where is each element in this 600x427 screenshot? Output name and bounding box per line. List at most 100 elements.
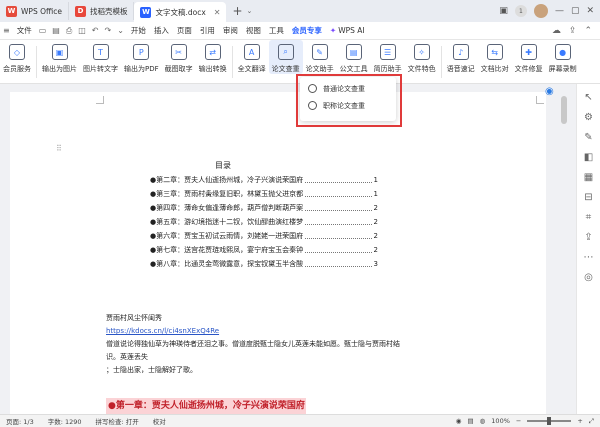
tab-label: 文字文稿.docx (155, 7, 206, 17)
tab-label: 找稻壳模板 (89, 6, 128, 16)
close-window-icon[interactable]: ✕ (586, 6, 594, 16)
tab-document[interactable]: W 文字文稿.docx ✕ (134, 2, 227, 22)
ai-icon: ✦ (329, 26, 337, 35)
menu-insert[interactable]: 插入 (150, 25, 173, 36)
chevron-down-icon[interactable]: ⌄ (247, 7, 253, 15)
print-icon[interactable]: ⎙ (63, 26, 75, 36)
drag-handle-icon[interactable]: ⠿ (56, 144, 62, 153)
voice-memo-button[interactable]: ♪ 语音速记 (444, 40, 478, 74)
cursor-icon[interactable]: ↖ (584, 92, 592, 103)
zoom-in-icon[interactable]: + (577, 417, 582, 425)
vip-service-button[interactable]: ◇ 会员服务 (0, 40, 34, 74)
file-features-button[interactable]: ✧ 文件特色 (405, 40, 439, 74)
zoom-knob[interactable] (547, 417, 552, 425)
export-convert-button[interactable]: ⇄ 输出转换 (196, 40, 230, 74)
pen-icon[interactable]: ✎ (584, 132, 592, 143)
preview-icon[interactable]: ◫ (75, 26, 89, 35)
menu-reference[interactable]: 引用 (196, 25, 219, 36)
menu-review[interactable]: 审阅 (219, 25, 242, 36)
official-doc-button[interactable]: ▤ 公文工具 (337, 40, 371, 74)
file-repair-button[interactable]: ✚ 文件修复 (512, 40, 546, 74)
document-body[interactable]: 贾雨村风尘怀闺秀 https://kdocs.cn/l/ci4snXExQ4Re… (106, 312, 406, 377)
toc-entry[interactable]: ●第六章：贾宝玉初试云雨情，刘姥姥一进荣国府 2 (150, 229, 378, 243)
layout-icon[interactable]: ▤ (467, 417, 473, 425)
document-link[interactable]: https://kdocs.cn/l/ci4snXExQ4Re (106, 325, 406, 338)
toc-entry[interactable]: ●第七章：送宫花贾琏戏熙凤，宴宁府宝玉会秦钟 2 (150, 243, 378, 257)
avatar[interactable] (533, 4, 548, 18)
proofread-status[interactable]: 校对 (153, 416, 166, 426)
cloud-icon[interactable]: ☁ (552, 26, 561, 36)
web-icon[interactable]: ◍ (480, 417, 486, 425)
divider (440, 46, 442, 78)
redo-icon[interactable]: ↷ (102, 26, 115, 35)
location-pin-icon[interactable]: ◉ (545, 86, 555, 97)
more-icon[interactable]: ⋯ (584, 252, 594, 263)
doc-compare-button[interactable]: ⇆ 文档比对 (478, 40, 512, 74)
screenshot-ocr-button[interactable]: ✂ 截图取字 (162, 40, 196, 74)
spell-check-status[interactable]: 拼写检查: 打开 (96, 416, 139, 426)
chevron-down-icon[interactable]: ⌄ (114, 26, 127, 35)
maximize-icon[interactable]: ▢ (571, 6, 580, 16)
toc-entry[interactable]: ●第四章：薄命女偏逢薄命郎，葫芦僧判断葫芦案 2 (150, 201, 378, 215)
save-icon[interactable]: ▤ (49, 26, 63, 35)
menu-view[interactable]: 视图 (242, 25, 265, 36)
new-tab-icon[interactable]: + (232, 4, 242, 18)
ribbon-label: 会员服务 (3, 65, 31, 73)
toc-page: 2 (373, 246, 378, 254)
eye-icon[interactable]: ◉ (456, 417, 462, 425)
menu-file[interactable]: 文件 (13, 25, 36, 36)
layout-icon[interactable]: ▣ (499, 6, 508, 16)
close-tab-icon[interactable]: ✕ (214, 8, 221, 17)
toc-entry[interactable]: ●第二章：贾夫人仙逝扬州城，冷子兴演说荣国府 1 (150, 173, 378, 187)
repair-icon: ✚ (520, 44, 537, 60)
compare-icon: ⇆ (486, 44, 503, 60)
chevron-up-icon[interactable]: ⌃ (584, 26, 592, 36)
zoom-out-icon[interactable]: − (516, 417, 521, 425)
menu-start[interactable]: 开始 (127, 25, 150, 36)
diamond-icon: ◇ (9, 44, 25, 60)
export-pdf-button[interactable]: P 输出为PDF (121, 40, 162, 74)
scrollbar[interactable] (561, 96, 567, 124)
tab-wps-office[interactable]: W WPS Office (0, 2, 69, 20)
paper-assistant-button[interactable]: ✎ 论文助手 (303, 40, 337, 74)
share-icon[interactable]: ⇪ (584, 232, 592, 243)
tab-bar: W WPS Office D 找稻壳模板 W 文字文稿.docx ✕ + ⌄ ▣… (0, 0, 600, 22)
divider (231, 46, 233, 78)
hamburger-icon[interactable]: ≡ (0, 26, 13, 35)
export-image-button[interactable]: ▣ 输出为图片 (39, 40, 80, 74)
screen-record-button[interactable]: ● 屏幕录制 (546, 40, 580, 74)
zoom-slider[interactable] (527, 417, 572, 425)
bookmark-icon[interactable]: ⊟ (584, 192, 592, 203)
wps-ai-button[interactable]: ✦ WPS AI (330, 26, 365, 35)
tune-icon[interactable]: ⚙ (584, 112, 593, 123)
menu-vip[interactable]: 会员专享 (288, 25, 326, 36)
image-to-text-button[interactable]: T 图片转文字 (80, 40, 121, 74)
toc-leader (305, 177, 372, 183)
menu-page[interactable]: 页面 (173, 25, 196, 36)
toc-text: ●第二章：贾夫人仙逝扬州城，冷子兴演说荣国府 (150, 176, 304, 184)
toc-entry[interactable]: ●第八章：比通灵金莺微露意，探宝钗黛玉半含酸 3 (150, 257, 378, 271)
toc-entry[interactable]: ●第五章：游幻境指迷十二钗，饮仙醪曲演红楼梦 2 (150, 215, 378, 229)
page-indicator[interactable]: 页面: 1/3 (6, 416, 34, 426)
crop-icon[interactable]: ⌗ (586, 212, 592, 223)
toc-entry[interactable]: ●第三章：贾雨村夤缘复旧职，林黛玉抛父进京都 1 (150, 187, 378, 201)
full-translate-button[interactable]: A 全文翻译 (235, 40, 269, 74)
wps-logo-icon: W (6, 5, 17, 17)
ribbon-label: 文件修复 (514, 65, 543, 73)
paper-check-button[interactable]: ⌕ 论文查重 (268, 40, 303, 74)
shape-icon[interactable]: ◧ (584, 152, 593, 163)
target-icon[interactable]: ◎ (584, 272, 593, 283)
zoom-level[interactable]: 100% (491, 417, 510, 425)
grid-icon[interactable]: ▦ (584, 172, 593, 183)
fit-page-icon[interactable]: ⤢ (589, 417, 594, 426)
resume-assistant-button[interactable]: ☰ 简历助手 (371, 40, 405, 74)
folder-icon[interactable]: ▭ (36, 26, 50, 35)
menu-tools[interactable]: 工具 (265, 25, 288, 36)
share-icon[interactable]: ⇪ (569, 26, 577, 36)
word-count[interactable]: 字数: 1290 (48, 416, 82, 426)
notification-icon[interactable]: 1 (514, 5, 527, 17)
minimize-icon[interactable]: — (555, 6, 564, 16)
ribbon-label: 语音速记 (446, 65, 475, 73)
tab-docer-templates[interactable]: D 找稻壳模板 (69, 2, 135, 20)
undo-icon[interactable]: ↶ (89, 26, 102, 35)
